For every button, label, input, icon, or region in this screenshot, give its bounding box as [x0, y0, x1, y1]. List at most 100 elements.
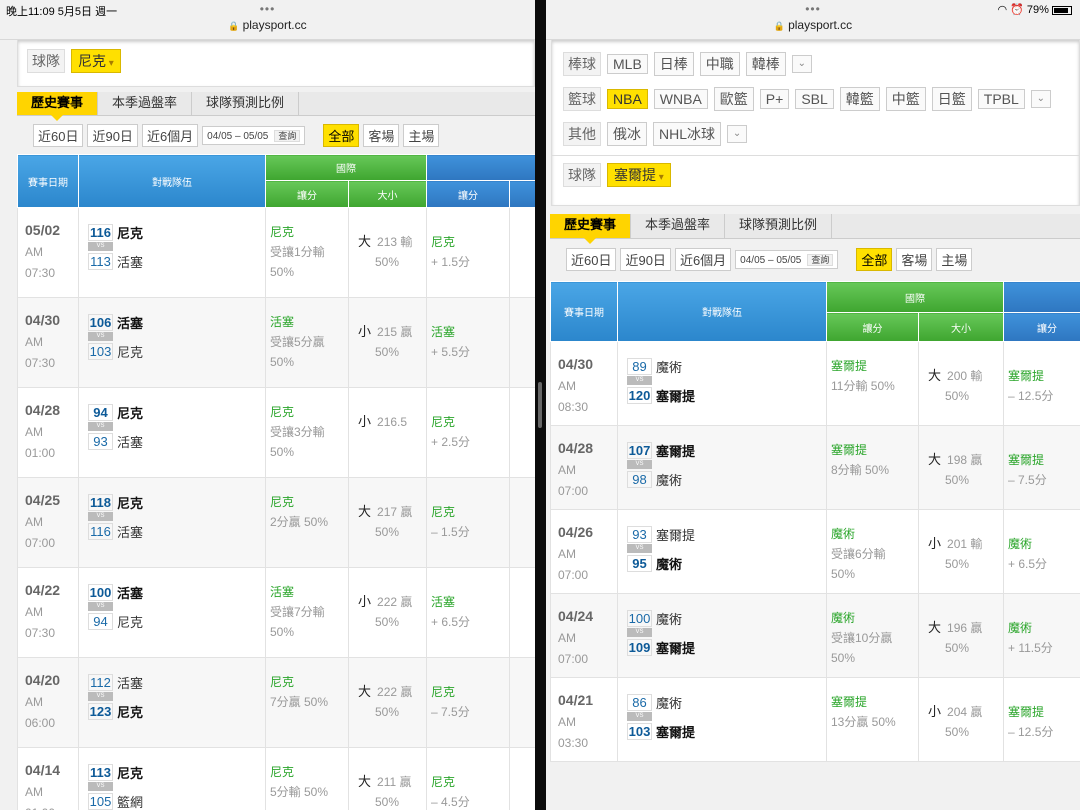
query-button[interactable]: 查詢 — [807, 253, 834, 266]
team-dropdown[interactable]: 尼克 — [71, 49, 121, 73]
match-cell[interactable]: 116 尼克 VS 113 活塞 — [78, 207, 266, 298]
match-cell[interactable]: 93 塞爾提 VS 95 魔術 — [617, 509, 827, 594]
multitask-dots-icon[interactable]: ••• — [0, 2, 535, 16]
tab-cover-rate[interactable]: 本季過盤率 — [631, 214, 726, 238]
chevron-down-icon[interactable]: ⌄ — [791, 55, 812, 73]
date-from[interactable]: 04/05 — [740, 255, 765, 266]
league-chip[interactable]: 中職 — [699, 52, 740, 76]
league-chip[interactable]: 中籃 — [885, 87, 926, 111]
team1-name[interactable]: 塞爾提 — [656, 441, 695, 460]
team1-name[interactable]: 尼克 — [117, 223, 143, 242]
match-cell[interactable]: 113 尼克 VS 105 籃網 — [78, 747, 266, 810]
team2-name[interactable]: 尼克 — [117, 342, 143, 361]
team2-name[interactable]: 尼克 — [117, 702, 143, 721]
match-cell[interactable]: 100 魔術 VS 109 塞爾提 — [617, 593, 827, 678]
team1-name[interactable]: 尼克 — [117, 403, 143, 422]
match-cell[interactable]: 106 活塞 VS 103 尼克 — [78, 297, 266, 388]
tab-history[interactable]: 歷史賽事 — [550, 214, 632, 244]
team1-name[interactable]: 活塞 — [117, 583, 143, 602]
team1-name[interactable]: 活塞 — [117, 673, 143, 692]
league-chip[interactable]: 韓籃 — [839, 87, 880, 111]
league-chip[interactable]: NBA — [607, 89, 648, 109]
match-cell[interactable]: 89 魔術 VS 120 塞爾提 — [617, 341, 827, 426]
table-row[interactable]: 04/30 AM 07:30 106 活塞 VS 103 尼克 活塞 受讓5分贏 50% 小 215 贏… — [17, 297, 535, 388]
league-chip[interactable]: NHL冰球 — [653, 122, 722, 146]
filter-home-button[interactable]: 主場 — [936, 247, 973, 271]
league-chip[interactable]: 俄冰 — [607, 122, 647, 146]
match-cell[interactable]: 94 尼克 VS 93 活塞 — [78, 387, 266, 478]
team1-name[interactable]: 魔術 — [656, 357, 682, 376]
filter-all-button[interactable]: 全部 — [323, 123, 360, 147]
table-row[interactable]: 04/28 AM 07:00 107 塞爾提 VS 98 魔術 塞爾提 8分輸 50% 大 198 贏… — [550, 425, 1080, 510]
table-row[interactable]: 04/22 AM 07:30 100 活塞 VS 94 尼克 活塞 受讓7分輸 50% 小 222 贏5… — [17, 567, 535, 658]
truncated-cell — [509, 207, 535, 298]
table-row[interactable]: 04/21 AM 03:30 86 魔術 VS 103 塞爾提 塞爾提 13分贏 50% 小 204 … — [550, 677, 1080, 762]
filter-away-button[interactable]: 客場 — [896, 247, 933, 271]
date-to[interactable]: 05/05 — [243, 131, 268, 142]
split-view-handle[interactable] — [538, 382, 542, 428]
range-button-1[interactable]: 近90日 — [620, 247, 671, 271]
table-row[interactable]: 04/25 AM 07:00 118 尼克 VS 116 活塞 尼克 2分贏 50% 大 217 贏5… — [17, 477, 535, 568]
table-row[interactable]: 04/20 AM 06:00 112 活塞 VS 123 尼克 尼克 7分贏 50% 大 222 贏5… — [17, 657, 535, 748]
team1-name[interactable]: 尼克 — [117, 493, 143, 512]
league-chip[interactable]: P+ — [759, 89, 790, 109]
range-button-1[interactable]: 近90日 — [87, 123, 138, 147]
chevron-down-icon[interactable]: ⌄ — [1030, 90, 1051, 108]
team1-name[interactable]: 活塞 — [117, 313, 143, 332]
team1-name[interactable]: 尼克 — [117, 763, 143, 782]
table-row[interactable]: 04/28 AM 01:00 94 尼克 VS 93 活塞 尼克 受讓3分輸 50% 小 216.5 尼… — [17, 387, 535, 478]
league-chip[interactable]: SBL — [795, 89, 834, 109]
filter-home-button[interactable]: 主場 — [403, 123, 440, 147]
team2-name[interactable]: 魔術 — [656, 470, 682, 489]
date-to[interactable]: 05/05 — [776, 255, 801, 266]
url-bar[interactable]: 🔒 playsport.cc — [0, 18, 535, 38]
query-button[interactable]: 查詢 — [274, 129, 301, 142]
team2-name[interactable]: 塞爾提 — [656, 722, 695, 741]
team2-name[interactable]: 活塞 — [117, 432, 143, 451]
team2-name[interactable]: 塞爾提 — [656, 638, 695, 657]
date-range-field[interactable]: 04/05 – 05/05 查詢 — [735, 249, 839, 269]
team2-name[interactable]: 活塞 — [117, 252, 143, 271]
url-bar[interactable]: 🔒 playsport.cc — [546, 18, 1080, 38]
team2-name[interactable]: 尼克 — [117, 612, 143, 631]
team2-name[interactable]: 塞爾提 — [656, 386, 695, 405]
table-row[interactable]: 04/30 AM 08:30 89 魔術 VS 120 塞爾提 塞爾提 11分輸 50% 大 200 … — [550, 341, 1080, 426]
league-chip[interactable]: TPBL — [977, 89, 1025, 109]
range-button-0[interactable]: 近60日 — [33, 123, 84, 147]
league-chip[interactable]: MLB — [607, 54, 648, 74]
match-cell[interactable]: 86 魔術 VS 103 塞爾提 — [617, 677, 827, 762]
league-chip[interactable]: 韓棒 — [745, 52, 786, 76]
range-button-0[interactable]: 近60日 — [566, 247, 617, 271]
table-row[interactable]: 05/02 AM 07:30 116 尼克 VS 113 活塞 尼克 受讓1分輸 50% 大 213 輸… — [17, 207, 535, 298]
match-cell[interactable]: 112 活塞 VS 123 尼克 — [78, 657, 266, 748]
tab-prediction[interactable]: 球隊預測比例 — [725, 214, 833, 238]
match-cell[interactable]: 118 尼克 VS 116 活塞 — [78, 477, 266, 568]
table-row[interactable]: 04/14AM01:00113尼克VS105籃網尼克5分輸 50%大211 贏5… — [17, 747, 535, 810]
team-dropdown[interactable]: 塞爾提 — [607, 163, 671, 187]
match-cell[interactable]: 107 塞爾提 VS 98 魔術 — [617, 425, 827, 510]
range-button-2[interactable]: 近6個月 — [141, 123, 199, 147]
filter-all-button[interactable]: 全部 — [856, 247, 893, 271]
team1-name[interactable]: 魔術 — [656, 609, 682, 628]
league-chip[interactable]: WNBA — [653, 89, 708, 109]
team1-name[interactable]: 魔術 — [656, 693, 682, 712]
team2-name[interactable]: 活塞 — [117, 522, 143, 541]
tab-prediction[interactable]: 球隊預測比例 — [192, 92, 300, 115]
table-row[interactable]: 04/24 AM 07:00 100 魔術 VS 109 塞爾提 魔術 受讓10分贏 50% 大 196… — [550, 593, 1080, 678]
spread2-value: – 7.5分 — [1008, 473, 1047, 487]
league-chip[interactable]: 日棒 — [653, 52, 694, 76]
range-button-2[interactable]: 近6個月 — [674, 247, 732, 271]
league-chip[interactable]: 日籃 — [931, 87, 972, 111]
date-from[interactable]: 04/05 — [207, 131, 232, 142]
league-chip[interactable]: 歐籃 — [713, 87, 754, 111]
team1-name[interactable]: 塞爾提 — [656, 525, 695, 544]
match-cell[interactable]: 100 活塞 VS 94 尼克 — [78, 567, 266, 658]
table-row[interactable]: 04/26 AM 07:00 93 塞爾提 VS 95 魔術 魔術 受讓6分輸 50% 小 201 輸5… — [550, 509, 1080, 594]
chevron-down-icon[interactable]: ⌄ — [727, 125, 748, 143]
date-range-field[interactable]: 04/05 – 05/05 查詢 — [202, 125, 306, 145]
team2-name[interactable]: 魔術 — [656, 554, 682, 573]
tab-cover-rate[interactable]: 本季過盤率 — [98, 92, 193, 115]
tab-history[interactable]: 歷史賽事 — [17, 92, 99, 121]
team2-name[interactable]: 籃網 — [117, 792, 143, 810]
filter-away-button[interactable]: 客場 — [363, 123, 400, 147]
